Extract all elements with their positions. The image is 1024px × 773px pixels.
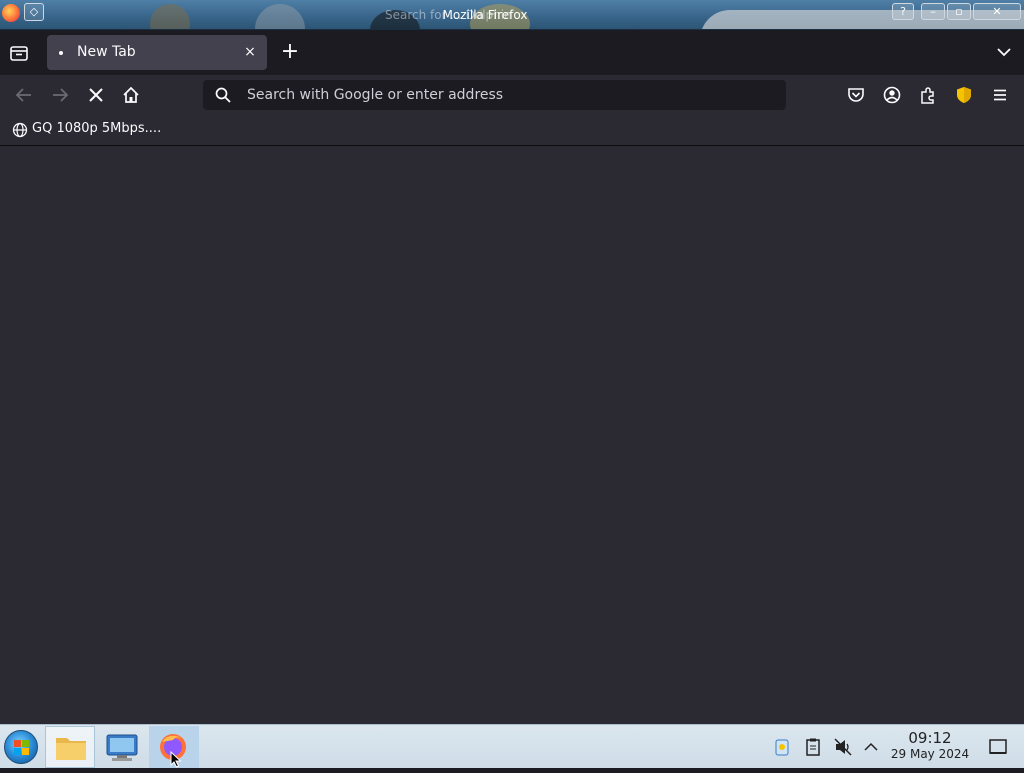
url-input[interactable]: [247, 80, 767, 110]
bookmarks-toolbar: GQ 1080p 5Mbps....: [0, 115, 1024, 146]
clock-date: 29 May 2024: [890, 747, 970, 761]
bookmark-label: GQ 1080p 5Mbps....: [32, 121, 162, 136]
system-settings-taskbar-button[interactable]: [97, 726, 147, 768]
address-bar[interactable]: [203, 80, 786, 110]
file-manager-taskbar-button[interactable]: [45, 726, 95, 768]
home-icon[interactable]: [121, 85, 141, 105]
back-arrow-icon[interactable]: [14, 85, 34, 105]
tab-new-tab[interactable]: New Tab ×: [47, 35, 267, 70]
window-title: Mozilla Firefox: [442, 8, 528, 22]
clipboard-status-icon[interactable]: [772, 737, 792, 757]
new-tab-button[interactable]: +: [280, 41, 300, 63]
globe-icon: [12, 122, 28, 138]
hamburger-menu-icon[interactable]: [990, 85, 1010, 105]
extensions-icon[interactable]: [918, 85, 938, 105]
page-content[interactable]: [0, 146, 1024, 724]
navigation-toolbar: [0, 75, 1024, 115]
pocket-icon[interactable]: [846, 85, 866, 105]
tab-strip: New Tab × +: [0, 30, 1024, 75]
forward-arrow-icon[interactable]: [50, 85, 70, 105]
shield-icon[interactable]: [954, 85, 974, 105]
taskbar-clock[interactable]: 09:12 29 May 2024: [885, 730, 975, 762]
volume-muted-icon[interactable]: [833, 737, 853, 757]
maximize-button[interactable]: ▫: [947, 3, 971, 20]
account-icon[interactable]: [882, 85, 902, 105]
show-desktop-icon[interactable]: [988, 737, 1008, 757]
chevron-down-icon[interactable]: [994, 42, 1014, 62]
computer-icon: [106, 734, 138, 761]
minimize-button[interactable]: –: [921, 3, 945, 20]
windows-logo-icon: [14, 740, 29, 755]
taskbar: 09:12 29 May 2024: [0, 724, 1024, 768]
window-titlebar[interactable]: ◇ Search for ... Dolphin Mozilla Firefox…: [0, 0, 1024, 30]
tab-label: New Tab: [77, 44, 136, 60]
chevron-up-icon[interactable]: [861, 737, 881, 757]
close-tab-icon[interactable]: ×: [243, 45, 257, 59]
mouse-cursor-icon: [170, 751, 182, 768]
clipboard-icon[interactable]: [803, 737, 823, 757]
folder-icon: [56, 738, 86, 760]
loading-dot-icon: [59, 51, 63, 55]
tab-list-icon[interactable]: [8, 42, 30, 64]
search-icon: [215, 87, 231, 103]
clock-time: 09:12: [908, 729, 952, 747]
help-button[interactable]: ?: [892, 3, 914, 20]
stop-icon[interactable]: [86, 85, 106, 105]
close-window-button[interactable]: ✕: [973, 3, 1021, 20]
start-button[interactable]: [4, 730, 38, 764]
